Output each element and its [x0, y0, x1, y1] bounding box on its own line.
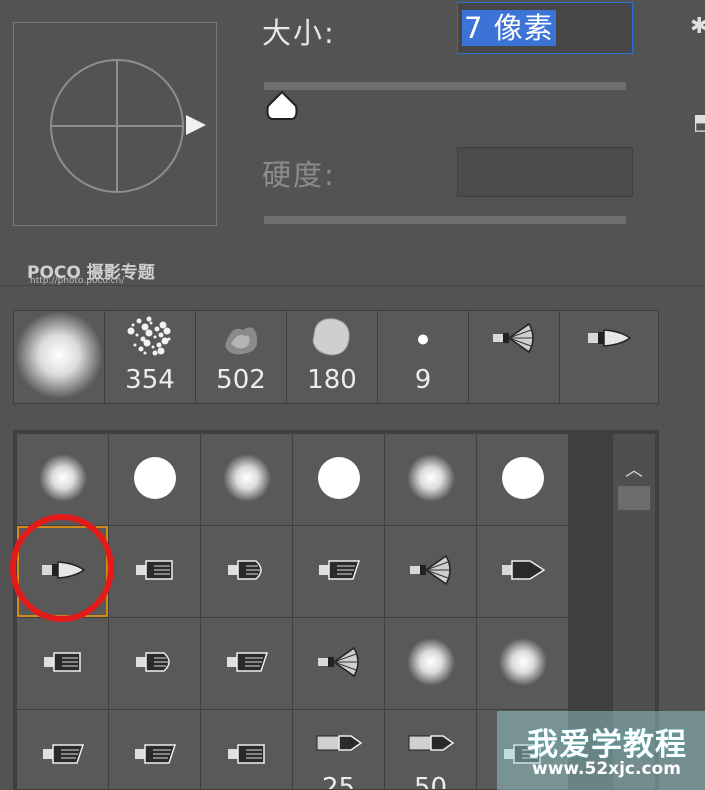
- gear-icon[interactable]: ✱: [690, 14, 705, 39]
- fan-brush-icon: [491, 322, 537, 358]
- brush-preset-fan-brush[interactable]: [293, 618, 384, 709]
- brush-preset-flat-brush[interactable]: [17, 618, 108, 709]
- annotation-circle: [10, 514, 114, 622]
- size-slider-thumb[interactable]: [264, 90, 300, 122]
- brush-preset-angled-brush[interactable]: [17, 710, 108, 789]
- size-value: 7 像素: [462, 10, 556, 46]
- brush-preset-soft-round[interactable]: [477, 618, 568, 709]
- angled-brush-icon: [133, 742, 177, 770]
- brush-preset-soft-round[interactable]: [385, 618, 476, 709]
- brush-size-label: 50: [413, 773, 448, 790]
- leaf-icon: [309, 315, 355, 365]
- flat-brush-icon: [226, 742, 268, 770]
- flat-brush-icon: [134, 558, 176, 586]
- dot-icon: [417, 331, 429, 350]
- recent-brushes-strip: 354 502 180 9: [13, 310, 659, 404]
- angled-brush-icon: [225, 650, 269, 678]
- site-watermark: 我爱学教程 www.52xjc.com: [497, 711, 705, 790]
- brush-preset-angled-brush[interactable]: [201, 618, 292, 709]
- brush-size-label: 25: [321, 773, 356, 790]
- recent-brush-spatter[interactable]: 354: [105, 311, 195, 403]
- soft-round-large-icon: [15, 311, 103, 403]
- angled-brush-icon: [317, 558, 361, 586]
- brush-preset-angled-brush[interactable]: [109, 710, 200, 789]
- scroll-thumb[interactable]: [618, 486, 650, 510]
- pointed-brush-icon: [586, 327, 632, 353]
- brush-preset-hard-round[interactable]: [293, 434, 384, 525]
- hard-round-icon: [133, 456, 177, 504]
- size-label: 大小:: [262, 16, 336, 50]
- fan-brush-icon: [316, 646, 362, 682]
- round-flat-brush-icon: [134, 650, 176, 678]
- round-flat-brush-icon: [226, 558, 268, 586]
- brush-preset-soft-round[interactable]: [385, 434, 476, 525]
- brush-size-label: 9: [414, 365, 432, 395]
- brush-preset-round-flat-brush[interactable]: [201, 526, 292, 617]
- hard-round-icon: [317, 456, 361, 504]
- brush-preset-fan-brush[interactable]: [385, 526, 476, 617]
- hardness-label: 硬度:: [262, 158, 336, 192]
- recent-brush-soft-round-large[interactable]: [14, 311, 104, 403]
- chisel-brush-icon: [407, 730, 455, 760]
- soft-round-icon: [406, 453, 455, 506]
- brush-preset-flat-brush[interactable]: [109, 526, 200, 617]
- site-title: 我爱学教程: [527, 727, 687, 763]
- hard-round-icon: [501, 456, 545, 504]
- brush-preset-flat-brush[interactable]: [201, 710, 292, 789]
- size-input[interactable]: 7 像素: [457, 2, 633, 54]
- brush-preset-hard-round[interactable]: [477, 434, 568, 525]
- pointed-dark-brush-icon: [500, 558, 546, 586]
- scroll-up-icon[interactable]: ︿: [625, 456, 643, 482]
- brush-preset-angled-brush[interactable]: [293, 526, 384, 617]
- brush-size-label: 502: [216, 365, 266, 395]
- soft-round-icon: [38, 453, 87, 506]
- soft-round-icon: [498, 637, 547, 690]
- brush-preset-soft-round[interactable]: [201, 434, 292, 525]
- recent-brush-leaf[interactable]: 180: [287, 311, 377, 403]
- chisel-brush-icon: [315, 730, 363, 760]
- smoke-icon: [219, 316, 263, 364]
- fan-brush-icon: [408, 554, 454, 590]
- brush-preset-chisel-brush[interactable]: 25: [293, 710, 384, 790]
- recent-brush-smoke[interactable]: 502: [196, 311, 286, 403]
- flat-brush-icon: [42, 650, 84, 678]
- panel-divider: [0, 285, 705, 286]
- new-preset-icon[interactable]: ⬒: [693, 110, 705, 135]
- brush-preset-soft-round[interactable]: [17, 434, 108, 525]
- site-url: www.52xjc.com: [532, 759, 681, 779]
- recent-brush-dot[interactable]: 9: [378, 311, 468, 403]
- brush-preset-round-flat-brush[interactable]: [109, 618, 200, 709]
- soft-round-icon: [406, 637, 455, 690]
- recent-brush-pointed-brush[interactable]: [560, 311, 658, 403]
- recent-brush-fan-brush[interactable]: [469, 311, 559, 403]
- brush-preset-hard-round[interactable]: [109, 434, 200, 525]
- brush-preset-chisel-brush[interactable]: 50: [385, 710, 476, 790]
- brush-angle-crosshair-icon[interactable]: [14, 23, 218, 227]
- hardness-slider-track[interactable]: [264, 216, 626, 224]
- brush-tip-preview[interactable]: [13, 22, 217, 226]
- brush-size-label: 180: [307, 365, 357, 395]
- hardness-input[interactable]: [457, 147, 633, 197]
- spatter-icon: [125, 315, 175, 365]
- size-slider-track[interactable]: [264, 82, 626, 90]
- brush-preset-pointed-dark-brush[interactable]: [477, 526, 568, 617]
- brush-grid: 25 50: [17, 434, 577, 790]
- brush-size-label: 354: [125, 365, 175, 395]
- angled-brush-icon: [41, 742, 85, 770]
- soft-round-icon: [222, 453, 271, 506]
